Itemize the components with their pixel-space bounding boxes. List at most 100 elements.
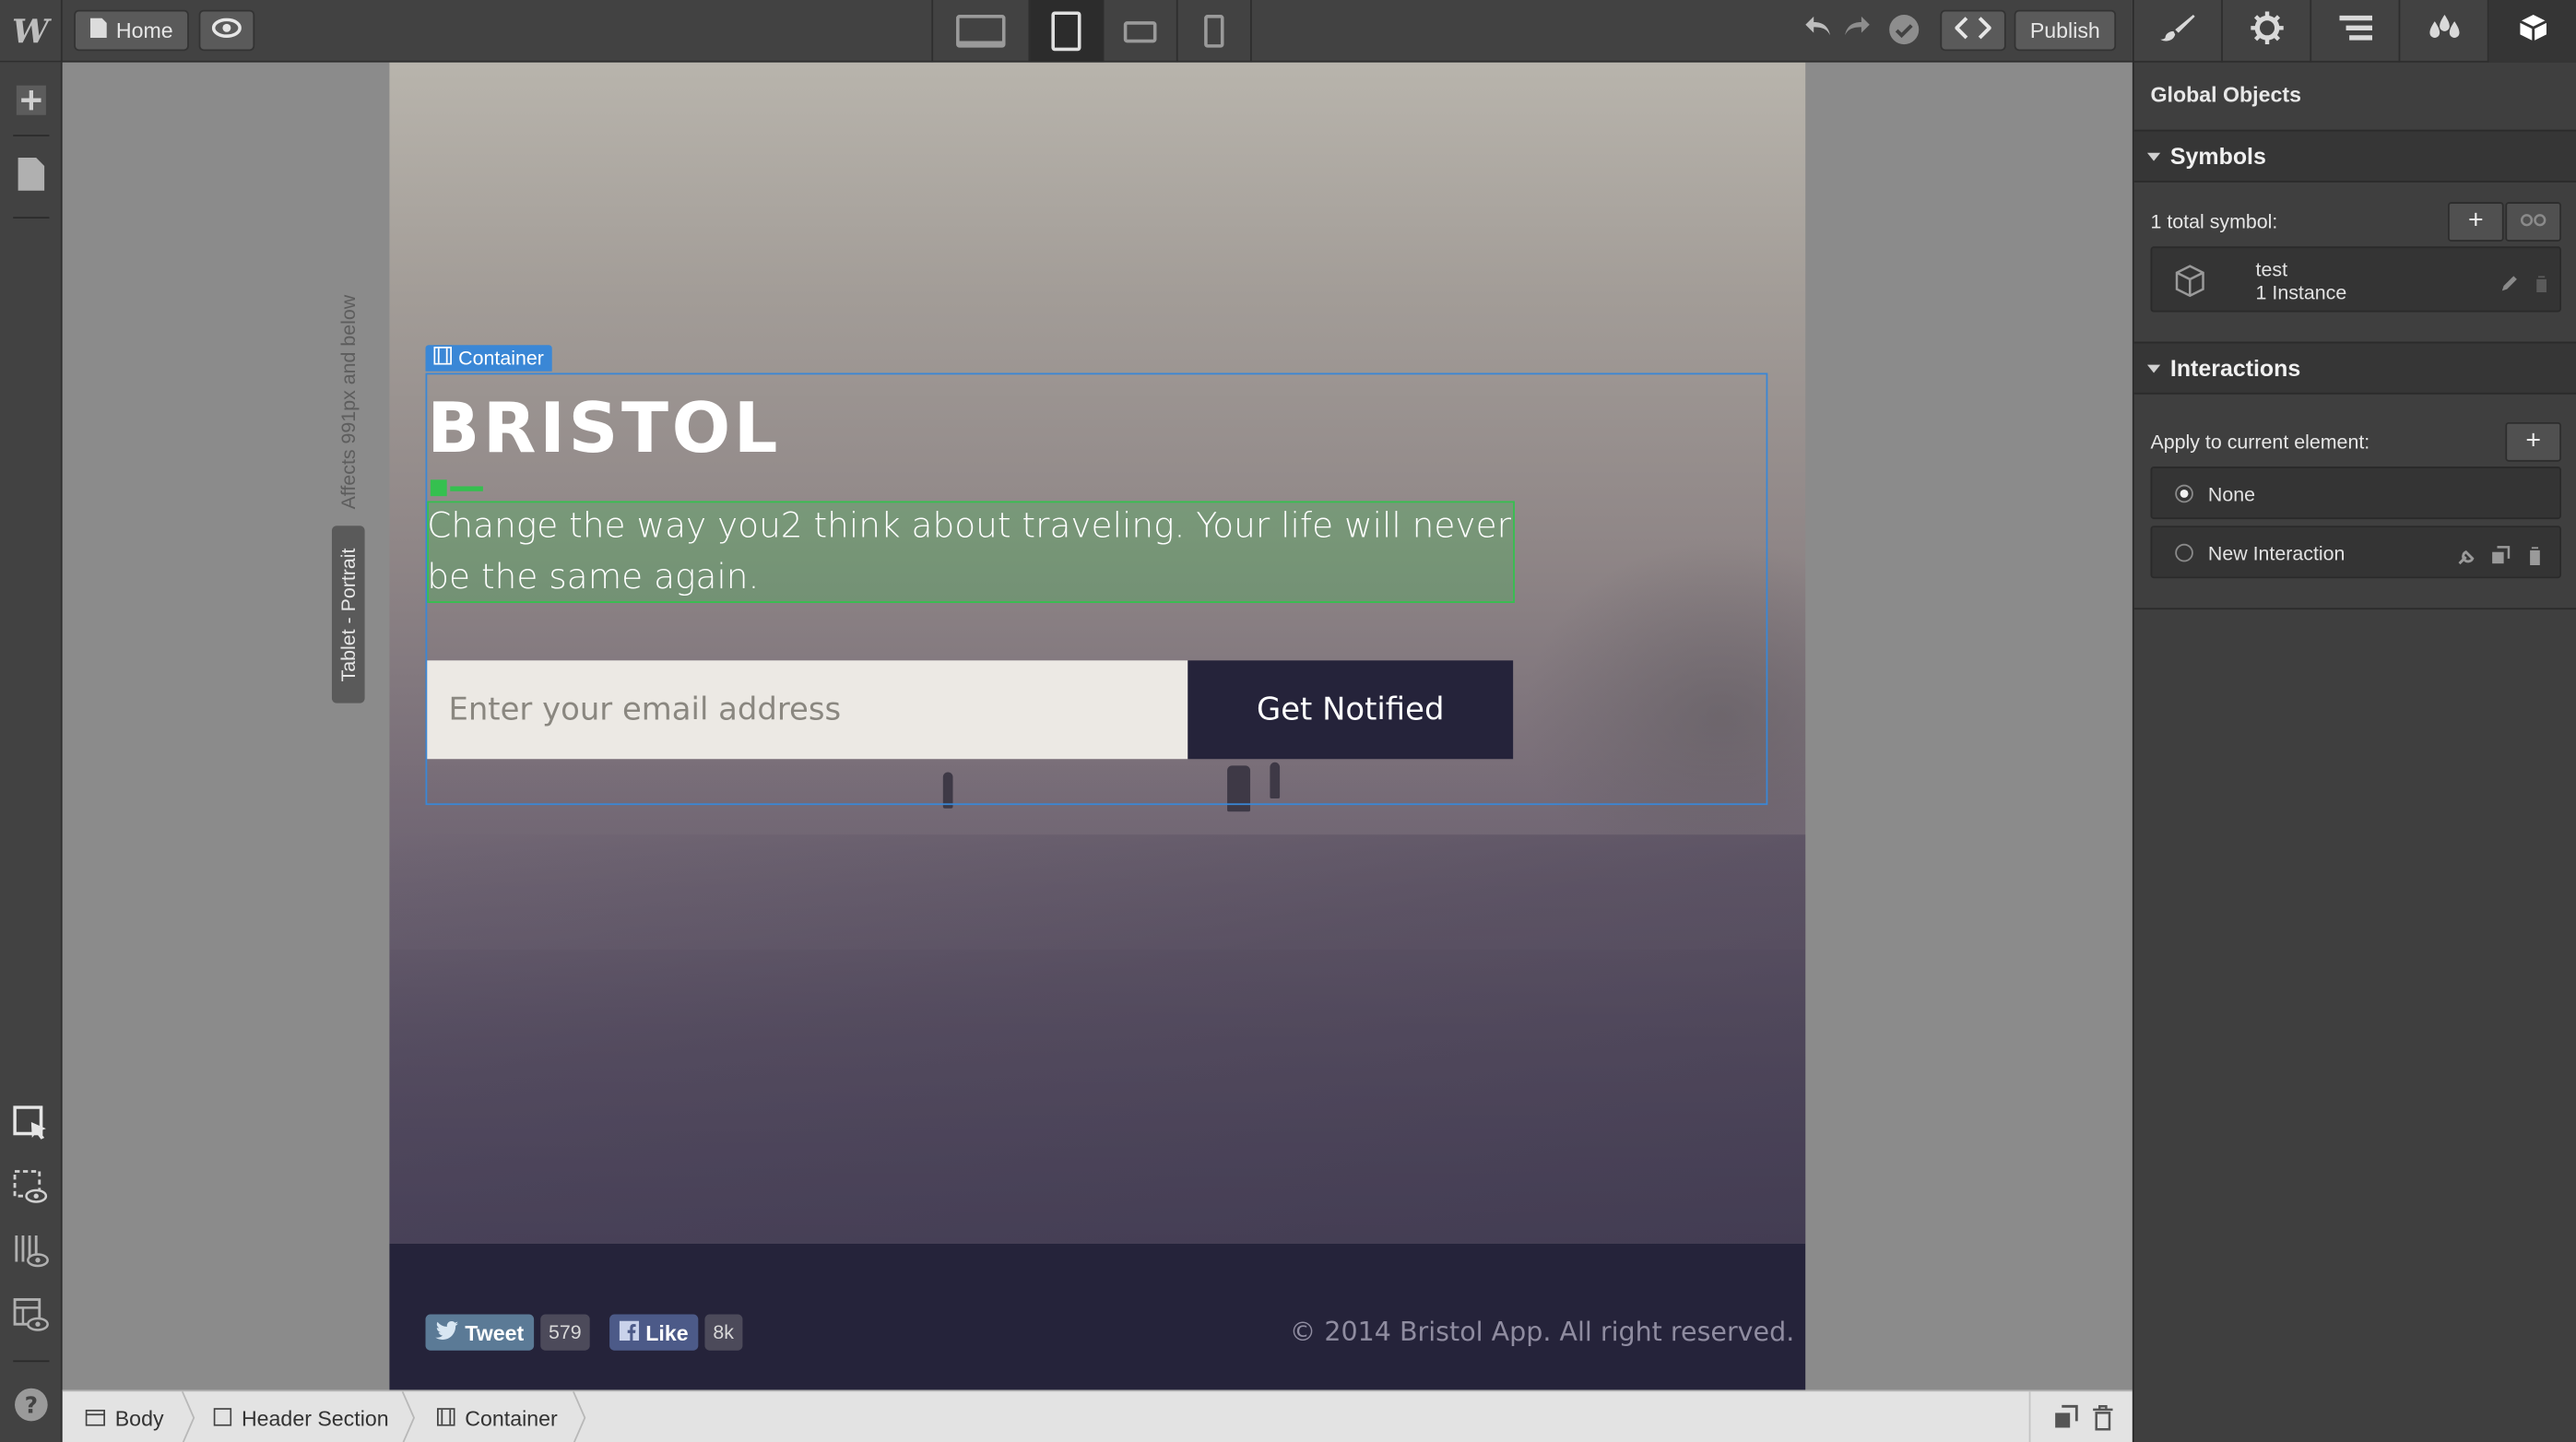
collapse-triangle-icon [2146,363,2161,372]
interaction-option-none[interactable]: None [2150,467,2561,520]
left-toolbar: ? [0,62,63,1442]
symbol-name: test [2255,257,2288,281]
help-icon[interactable]: ? [13,1387,49,1423]
breadcrumb-item-body[interactable]: Body [85,1391,164,1442]
unlink-icon [2520,207,2546,237]
device-mobile-landscape-button[interactable] [1104,0,1178,63]
right-panel: Global Objects Symbols 1 total symbol: +… [2132,0,2576,1442]
radio-unselected-icon [2175,543,2193,562]
interaction-option-new-interaction[interactable]: New Interaction [2150,526,2561,579]
tweet-label: Tweet [465,1319,525,1345]
text-element-tag-marker [450,486,483,491]
viewport-affects-label: Affects 991px and below [337,294,360,510]
interactions-section-label: Interactions [2169,354,2301,382]
element-breadcrumb: Body Header Section Container [62,1389,2133,1442]
page-selector-label: Home [115,18,173,43]
code-export-button[interactable] [1940,9,2006,52]
collapse-triangle-icon [2146,151,2161,160]
saved-check-icon [1887,13,1920,54]
symbol-cube-icon [2173,265,2206,306]
symbol-instance-count: 1 Instance [2255,280,2347,304]
breadcrumb-item-container[interactable]: Container [436,1391,558,1442]
panel-title: Global Objects [2150,82,2301,107]
email-input[interactable]: Enter your email address [427,660,1188,760]
device-mobile-portrait-button[interactable] [1178,0,1252,63]
tab-style[interactable] [2134,0,2223,63]
symbols-section-label: Symbols [2169,143,2266,170]
device-tablet-portrait-button[interactable] [1030,0,1105,63]
undo-icon[interactable] [1804,13,1834,47]
container-selection-tag[interactable]: Container [425,345,552,372]
redo-icon[interactable] [1842,13,1872,47]
add-interaction-button[interactable]: + [2505,421,2561,462]
site-brand-heading[interactable]: BRISTOL [427,388,781,468]
page-selector-button[interactable]: Home [74,9,189,52]
device-switcher [931,0,1252,63]
twitter-bird-icon [435,1320,459,1345]
mobile-portrait-icon [1204,15,1224,48]
eye-icon [211,18,242,43]
delete-element-icon[interactable] [2090,1405,2117,1432]
body-icon [85,1405,106,1430]
breadbar-divider [2028,1391,2031,1442]
breadcrumb-separator [401,1390,418,1442]
get-notified-button[interactable]: Get Notified [1188,660,1514,760]
tweet-widget[interactable]: Tweet 579 [425,1314,590,1351]
site-page: Container BRISTOL Change the way you2 th… [389,62,1806,1390]
text-element-tag [430,479,447,497]
header-section[interactable]: Container BRISTOL Change the way you2 th… [389,62,1806,1244]
symbols-section-header[interactable]: Symbols [2133,129,2576,183]
select-cursor-icon[interactable] [13,1105,49,1141]
add-symbol-button[interactable]: + [2448,202,2504,242]
webflow-logo-icon[interactable]: W [0,0,63,63]
pages-icon[interactable] [13,156,49,192]
breadcrumb-label: Header Section [241,1405,389,1431]
duplicate-interaction-icon[interactable] [2490,544,2511,573]
delete-symbol-icon[interactable] [2534,271,2550,301]
symbol-card-test[interactable]: test 1 Instance [2150,246,2561,313]
publish-button[interactable]: Publish [2014,9,2117,52]
tab-navigator[interactable] [2311,0,2401,63]
tweet-button[interactable]: Tweet [425,1314,534,1351]
code-icon [1954,17,1992,44]
like-widget[interactable]: Like 8k [609,1314,742,1351]
webflow-designer: W Home Publish ? Affects 991px and below… [0,0,2576,1442]
symbols-total-label: 1 total symbol: [2150,210,2278,234]
unlink-symbol-button[interactable] [2505,202,2561,242]
device-desktop-button[interactable] [933,0,1031,63]
interaction-option-label: None [2207,482,2255,506]
show-hidden-icon[interactable] [13,1170,49,1206]
section-icon [213,1405,232,1430]
breadcrumb-separator [181,1390,197,1442]
breadcrumb-label: Body [114,1405,164,1431]
tweet-count: 579 [540,1314,590,1351]
like-button[interactable]: Like [609,1314,699,1351]
delete-interaction-icon[interactable] [2527,544,2544,573]
detach-panel-icon[interactable] [2053,1404,2080,1432]
site-tagline[interactable]: Change the way you2 think about travelin… [427,501,1519,602]
like-label: Like [645,1319,689,1345]
interaction-option-label: New Interaction [2207,542,2346,565]
container-selection-label: Container [458,346,544,370]
interactions-section-header[interactable]: Interactions [2133,341,2576,395]
toolbar-divider [13,217,50,219]
tablet-portrait-icon [1051,11,1081,52]
tab-settings[interactable] [2223,0,2312,63]
grid-overlay-icon[interactable] [13,1234,49,1270]
edit-interaction-icon[interactable] [2458,544,2477,573]
layout-overlay-icon[interactable] [13,1298,49,1334]
panel-tabs [2133,0,2576,63]
preview-button[interactable] [198,9,255,52]
footer-copyright: © 2014 Bristol App. All right reserved. [1289,1316,1795,1348]
svg-text:?: ? [25,1391,38,1418]
hero-background-beach [389,834,1806,1244]
radio-selected-icon [2175,484,2193,503]
add-element-icon[interactable] [13,82,49,118]
toolbar-divider [13,1360,50,1363]
edit-symbol-icon[interactable] [2500,271,2519,301]
breadcrumb-item-header-section[interactable]: Header Section [213,1391,389,1442]
facebook-icon [619,1319,640,1345]
tab-swatches[interactable] [2400,0,2489,63]
tab-global-objects[interactable] [2488,0,2576,63]
apply-to-element-label: Apply to current element: [2150,430,2370,454]
